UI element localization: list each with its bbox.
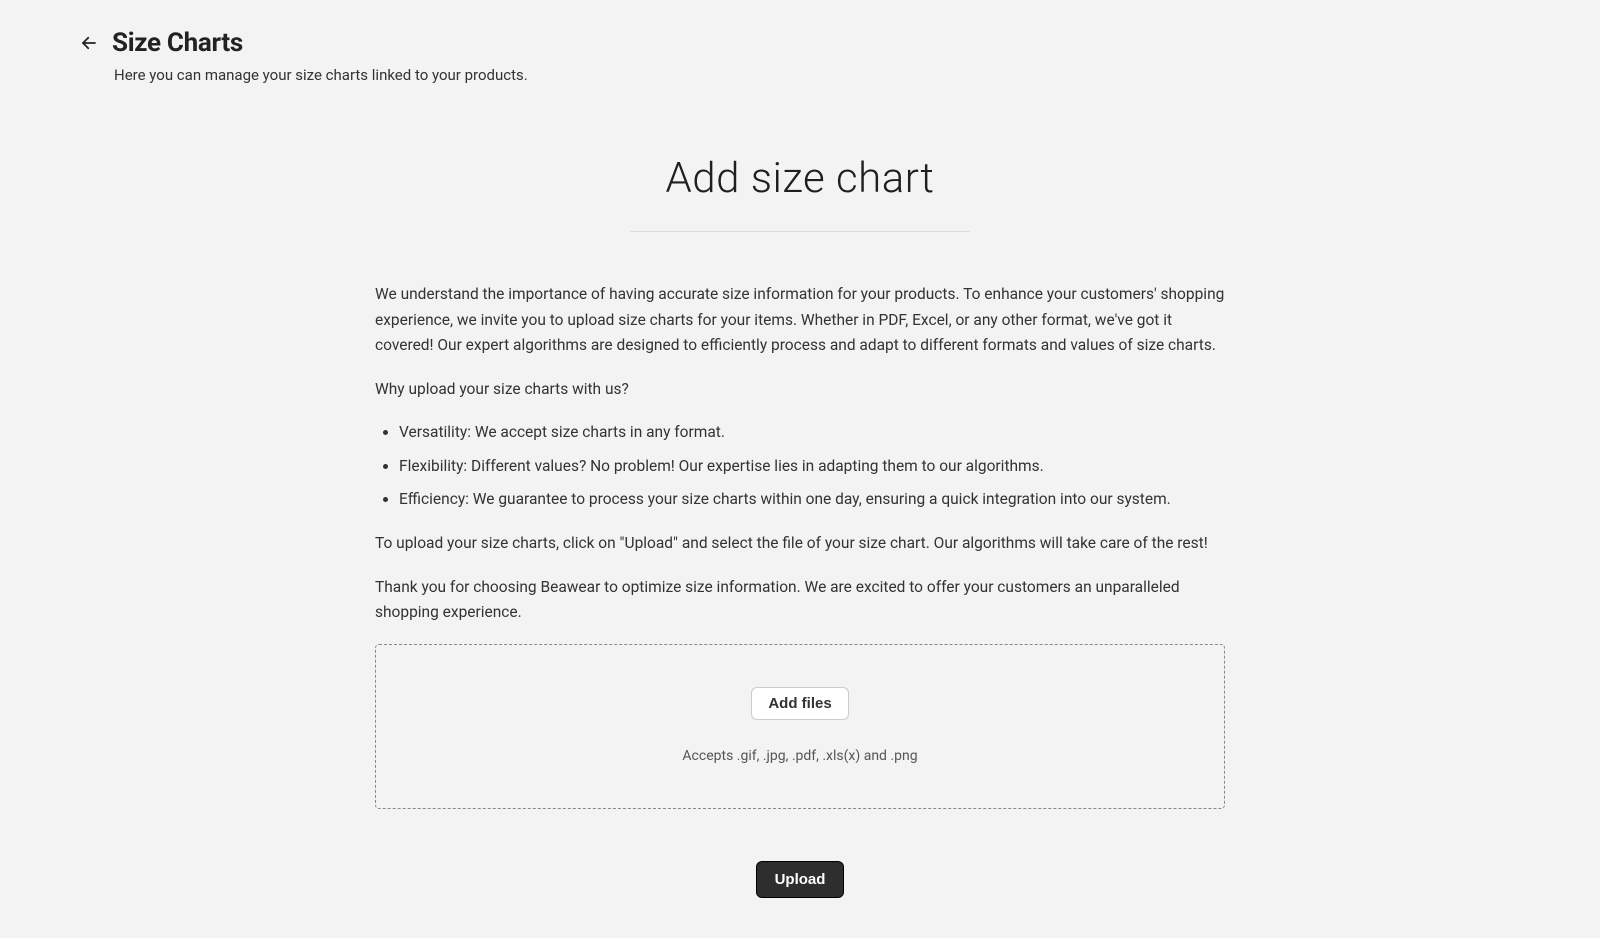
intro-paragraph: We understand the importance of having a…: [375, 282, 1225, 359]
accepted-formats-text: Accepts .gif, .jpg, .pdf, .xls(x) and .p…: [396, 748, 1204, 764]
back-arrow-icon[interactable]: [80, 34, 98, 52]
why-heading: Why upload your size charts with us?: [375, 377, 1225, 403]
upload-actions: Upload: [375, 861, 1225, 938]
list-item: Efficiency: We guarantee to process your…: [399, 487, 1225, 513]
list-item: Versatility: We accept size charts in an…: [399, 420, 1225, 446]
main-content: Add size chart We understand the importa…: [375, 154, 1225, 938]
heading-divider: [630, 231, 970, 232]
page-root: Size Charts Here you can manage your siz…: [0, 0, 1600, 938]
benefits-list: Versatility: We accept size charts in an…: [375, 420, 1225, 513]
upload-button[interactable]: Upload: [756, 861, 845, 898]
list-item: Flexibility: Different values? No proble…: [399, 454, 1225, 480]
thanks-paragraph: Thank you for choosing Beawear to optimi…: [375, 575, 1225, 626]
file-dropzone[interactable]: Add files Accepts .gif, .jpg, .pdf, .xls…: [375, 644, 1225, 809]
page-header: Size Charts: [0, 28, 1600, 58]
add-files-button[interactable]: Add files: [751, 687, 848, 720]
main-heading: Add size chart: [375, 154, 1225, 203]
page-title: Size Charts: [112, 28, 243, 58]
page-subtitle: Here you can manage your size charts lin…: [0, 66, 1600, 84]
body-text: We understand the importance of having a…: [375, 282, 1225, 626]
howto-paragraph: To upload your size charts, click on "Up…: [375, 531, 1225, 557]
